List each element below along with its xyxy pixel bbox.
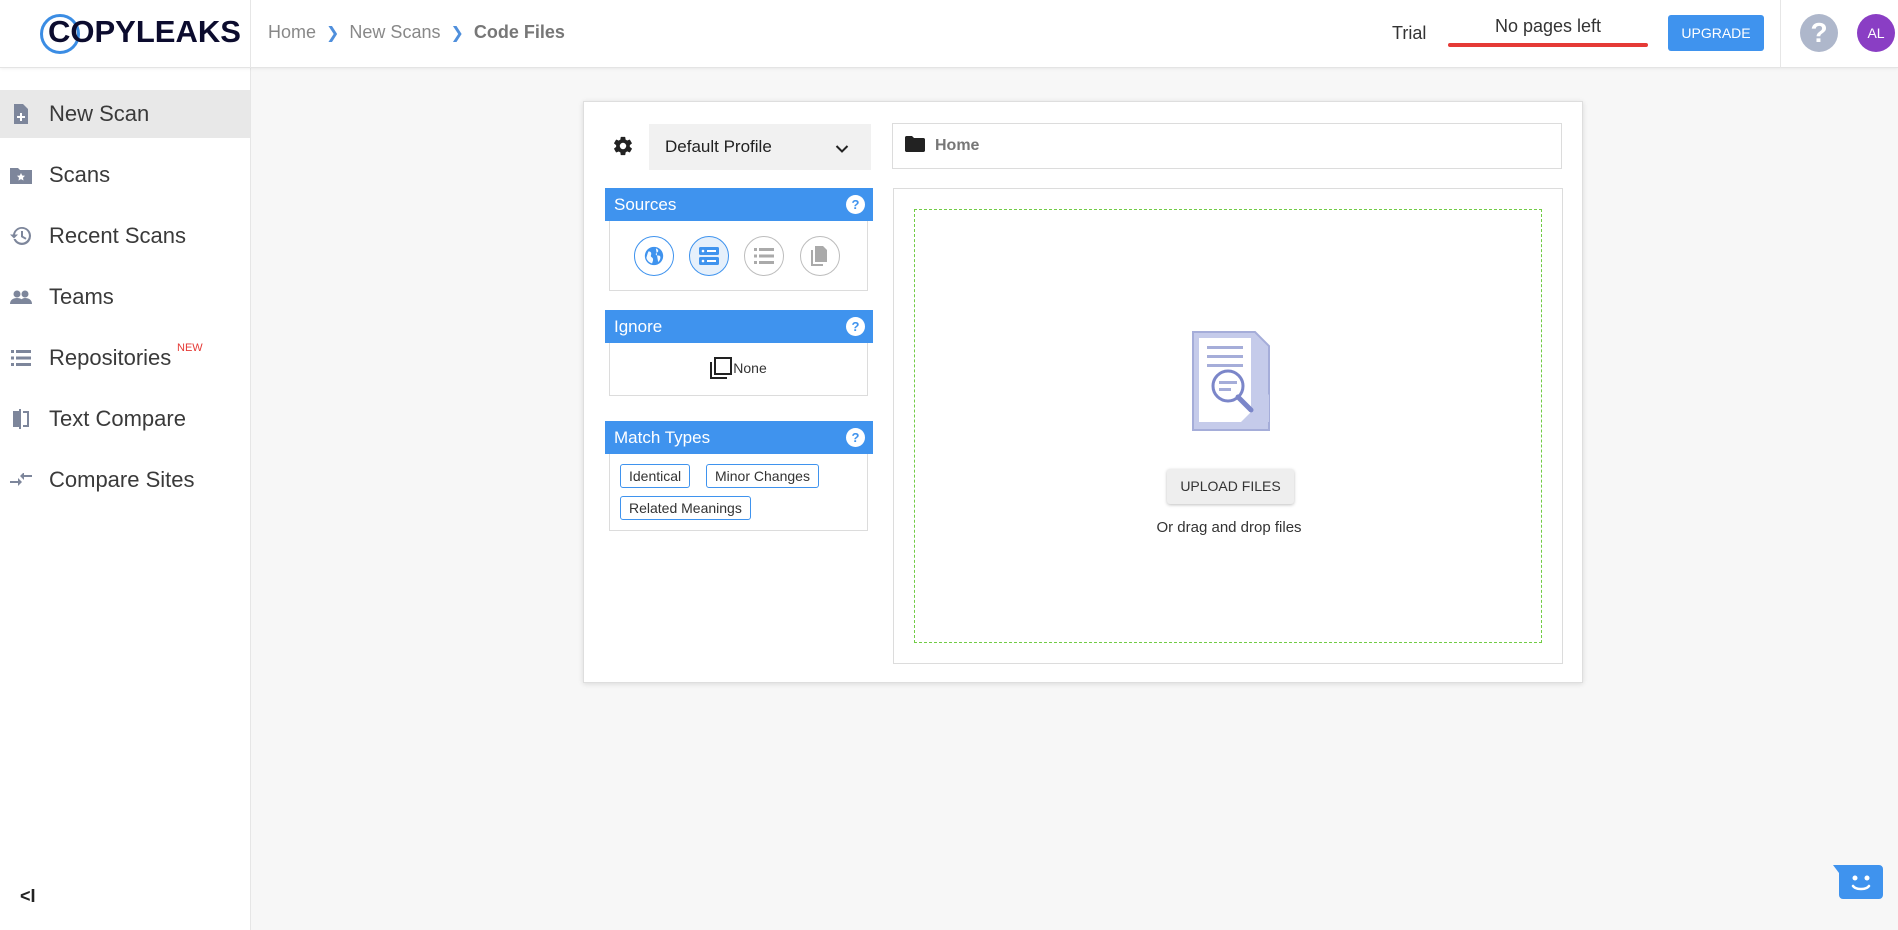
breadcrumb-home[interactable]: Home xyxy=(268,22,316,43)
ignore-value: None xyxy=(733,360,767,376)
drag-drop-hint: Or drag and drop files xyxy=(1156,519,1302,536)
match-types-help-icon[interactable]: ? xyxy=(846,428,865,447)
chip-related-meanings[interactable]: Related Meanings xyxy=(620,496,751,520)
chat-bot-icon[interactable] xyxy=(1833,863,1885,903)
sidebar-item-label: Scans xyxy=(49,162,111,187)
folder-icon xyxy=(905,135,925,157)
scan-card: Default Profile Home Sources ? Ignore ? xyxy=(583,101,1583,683)
history-icon xyxy=(10,225,32,247)
copy-outline-icon xyxy=(710,357,733,379)
profile-select-value: Default Profile xyxy=(665,137,772,156)
list-icon xyxy=(10,347,32,369)
globe-icon xyxy=(644,246,664,266)
cross-compare-source-button[interactable] xyxy=(800,236,840,276)
breadcrumb: Home ❯ New Scans ❯ Code Files xyxy=(268,22,565,43)
profile-select[interactable]: Default Profile xyxy=(649,124,871,170)
compare-icon xyxy=(10,408,32,430)
chevron-right-icon: ❯ xyxy=(450,24,464,42)
match-types-title: Match Types xyxy=(614,428,711,447)
sidebar-item-compare-sites[interactable]: Compare Sites xyxy=(0,456,250,504)
ignore-header: Ignore ? xyxy=(605,310,873,343)
help-icon[interactable]: ? xyxy=(1800,14,1838,52)
server-icon xyxy=(699,247,719,265)
match-types-header: Match Types ? xyxy=(605,421,873,454)
header-divider xyxy=(1780,0,1781,68)
avatar[interactable]: AL xyxy=(1857,14,1895,52)
drop-zone[interactable]: UPLOAD FILES Or drag and drop files xyxy=(914,209,1542,643)
sidebar: New Scan Scans Recent Scans Teams Reposi… xyxy=(0,68,251,930)
sources-help-icon[interactable]: ? xyxy=(846,195,865,214)
logo-area[interactable]: COPYLEAKS xyxy=(0,0,251,68)
collapse-sidebar-button[interactable]: <I xyxy=(20,886,36,907)
sources-header: Sources ? xyxy=(605,188,873,221)
logo: COPYLEAKS xyxy=(48,14,241,49)
sidebar-item-label: New Scan xyxy=(49,101,150,126)
sidebar-item-text-compare[interactable]: Text Compare xyxy=(0,395,250,443)
people-icon xyxy=(10,286,32,308)
document-search-icon xyxy=(1191,330,1271,437)
folder-star-icon xyxy=(10,164,32,186)
folder-path[interactable]: Home xyxy=(892,123,1562,169)
sidebar-item-recent-scans[interactable]: Recent Scans xyxy=(0,212,250,260)
sources-panel xyxy=(609,221,868,291)
chevron-right-icon: ❯ xyxy=(326,24,340,42)
sidebar-item-teams[interactable]: Teams xyxy=(0,273,250,321)
trial-label: Trial xyxy=(1392,23,1427,43)
sidebar-item-label: Text Compare xyxy=(49,406,186,431)
chip-identical[interactable]: Identical xyxy=(620,464,691,488)
chevron-down-icon xyxy=(835,139,849,159)
breadcrumb-current: Code Files xyxy=(473,22,565,42)
internet-source-button[interactable] xyxy=(634,236,674,276)
gear-icon[interactable] xyxy=(612,135,634,162)
ignore-panel[interactable]: None xyxy=(609,343,868,396)
ignore-help-icon[interactable]: ? xyxy=(846,317,865,336)
sidebar-item-label: Repositories xyxy=(49,345,172,370)
sidebar-item-scans[interactable]: Scans xyxy=(0,151,250,199)
list-icon xyxy=(754,248,774,264)
breadcrumb-new-scans[interactable]: New Scans xyxy=(349,22,440,43)
pages-left-text: No pages left xyxy=(1494,16,1602,36)
sidebar-item-repositories[interactable]: Repositories NEW xyxy=(0,334,250,382)
pages-usage-bar xyxy=(1448,43,1648,47)
sources-title: Sources xyxy=(614,195,677,214)
sidebar-item-new-scan[interactable]: New Scan xyxy=(0,90,250,138)
ignore-selection[interactable]: None xyxy=(610,357,867,379)
compare-arrows-icon xyxy=(10,469,32,491)
new-scan-icon xyxy=(10,103,32,125)
chip-minor-changes[interactable]: Minor Changes xyxy=(706,464,819,488)
repositories-source-button[interactable] xyxy=(744,236,784,276)
ignore-title: Ignore xyxy=(614,317,663,336)
folder-path-label: Home xyxy=(935,137,980,154)
database-source-button[interactable] xyxy=(689,236,729,276)
upload-area: UPLOAD FILES Or drag and drop files xyxy=(893,188,1563,664)
sidebar-item-label: Teams xyxy=(49,284,114,309)
upload-files-button[interactable]: UPLOAD FILES xyxy=(1167,469,1294,504)
top-header: COPYLEAKS Home ❯ New Scans ❯ Code Files … xyxy=(0,0,1898,68)
new-badge: NEW xyxy=(177,342,203,354)
sidebar-item-label: Compare Sites xyxy=(49,467,195,492)
sidebar-item-label: Recent Scans xyxy=(49,223,186,248)
match-types-panel: Identical Minor Changes Related Meanings xyxy=(609,454,868,531)
upgrade-button[interactable]: UPGRADE xyxy=(1668,15,1764,51)
copy-files-icon xyxy=(811,246,827,266)
